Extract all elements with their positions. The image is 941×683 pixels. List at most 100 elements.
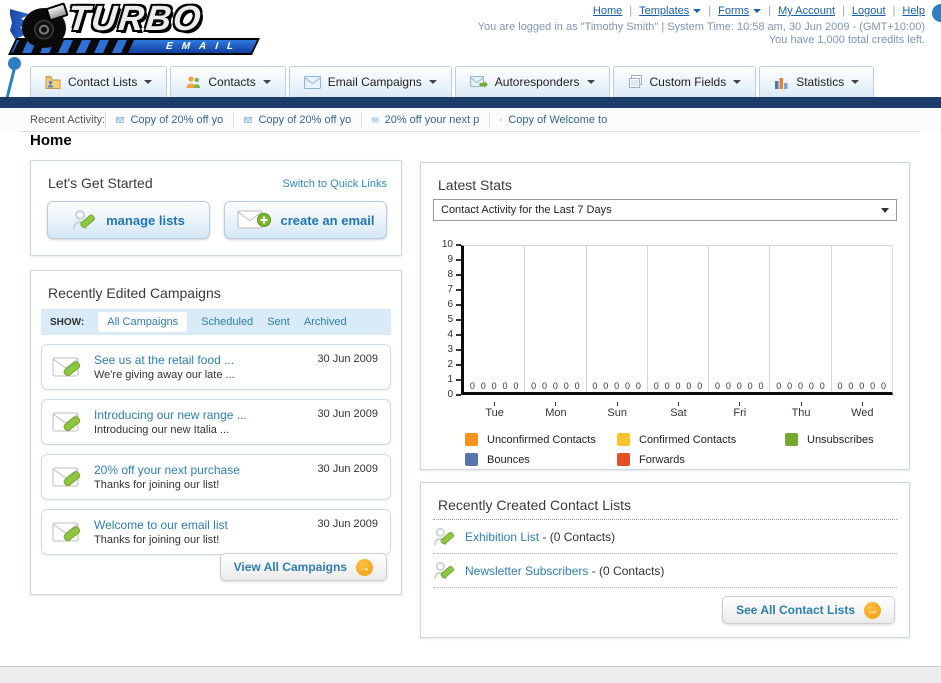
campaign-date: 30 Jun 2009: [317, 408, 378, 420]
contact-list-link[interactable]: Newsletter Subscribers: [465, 564, 588, 578]
latest-stats-panel: Latest Stats Contact Activity for the La…: [420, 162, 910, 470]
chart-value-label: 0: [848, 381, 854, 391]
contact-lists-title: Recently Created Contact Lists: [438, 497, 631, 513]
help-bubble-icon[interactable]: [932, 4, 941, 22]
contact-list-row: Exhibition List - (0 Contacts): [433, 520, 897, 554]
get-started-title: Let's Get Started: [48, 175, 153, 191]
chart-value-label: 0: [736, 381, 742, 391]
chart-y-tick-label: 0: [447, 390, 461, 400]
legend-label: Forwards: [639, 453, 685, 466]
tab-contact-lists[interactable]: Contact Lists: [30, 66, 168, 97]
contact-list-text: Exhibition List - (0 Contacts): [465, 530, 615, 544]
filter-all-campaigns[interactable]: All Campaigns: [98, 312, 188, 332]
show-label: SHOW:: [50, 316, 85, 328]
contact-lists-list: Exhibition List - (0 Contacts) Newslette…: [433, 520, 897, 588]
legend-swatch: [617, 433, 630, 446]
tab-contacts[interactable]: Contacts: [170, 66, 286, 97]
stats-period-value: Contact Activity for the Last 7 Days: [441, 204, 612, 216]
chart-value-label: 0: [574, 381, 580, 391]
manage-lists-label: manage lists: [106, 212, 185, 228]
legend-item: Forwards: [617, 453, 785, 466]
view-all-campaigns-button[interactable]: View All Campaigns →: [219, 553, 387, 581]
separator: |: [892, 5, 896, 17]
campaign-title-link[interactable]: Introducing our new range ...: [94, 408, 247, 422]
chart-y-axis: 10 9 8 7 6 5 4 3 2 1 0: [435, 240, 461, 400]
chart-value-label: 0: [502, 381, 508, 391]
chevron-down-icon: [693, 9, 702, 13]
tab-autoresponders[interactable]: Autoresponders: [454, 66, 610, 97]
campaigns-filter-bar: SHOW: All Campaigns Scheduled Sent Archi…: [41, 309, 391, 335]
campaign-subtitle: Thanks for joining our list!: [94, 534, 220, 546]
campaign-row: Welcome to our email list Thanks for joi…: [41, 509, 391, 555]
link-forms[interactable]: Forms: [718, 5, 762, 17]
chevron-down-icon: [144, 80, 153, 84]
link-help[interactable]: Help: [902, 5, 925, 17]
chart-value-label: 0: [552, 381, 558, 391]
recent-activity-item[interactable]: Copy of Welcome to: [489, 112, 617, 128]
link-logout[interactable]: Logout: [852, 5, 886, 17]
contact-list-link[interactable]: Exhibition List: [465, 530, 539, 544]
filter-sent[interactable]: Sent: [267, 316, 290, 328]
switch-to-quick-links-link[interactable]: Switch to Quick Links: [282, 178, 387, 190]
chart-y-tick-label: 10: [442, 240, 461, 250]
chart-value-label: 0: [787, 381, 793, 391]
chart-x-tick-label: Sat: [648, 402, 709, 419]
tab-custom-fields[interactable]: Custom Fields: [612, 66, 757, 97]
contact-list-text: Newsletter Subscribers - (0 Contacts): [465, 564, 664, 578]
pages-icon: [628, 75, 642, 88]
chart-value-label: 0: [725, 381, 731, 391]
chart-day-group: 00000: [832, 246, 892, 392]
see-all-contact-lists-button[interactable]: See All Contact Lists →: [722, 596, 895, 624]
chart-value-label: 0: [513, 381, 519, 391]
chart-x-tick-label: Thu: [770, 402, 831, 419]
campaign-subtitle: We're giving away our late ...: [94, 369, 235, 381]
manage-lists-button[interactable]: manage lists: [47, 201, 210, 239]
logo-subtitle: EMAIL: [164, 41, 244, 52]
person-pencil-icon: [434, 527, 454, 545]
activity-item-label: Copy of 20% off yo: [258, 114, 352, 126]
link-home[interactable]: Home: [593, 5, 622, 17]
chart-x-tick-label: Tue: [464, 402, 525, 419]
person-pencil-icon: [73, 210, 96, 230]
footer-strip: [0, 666, 941, 683]
legend-item: Bounces: [465, 453, 617, 466]
chart-x-axis: Tue Mon Sun Sat Fri Thu Wed: [464, 402, 893, 419]
chart-value-label: 0: [798, 381, 804, 391]
campaign-title-link[interactable]: See us at the retail food ...: [94, 353, 235, 367]
chart-y-tick-label: 5: [447, 315, 461, 325]
filter-scheduled[interactable]: Scheduled: [201, 316, 253, 328]
campaign-title-link[interactable]: Welcome to our email list: [94, 518, 228, 532]
chart-legend: Unconfirmed Contacts Confirmed Contacts Un…: [465, 433, 893, 466]
chart-value-label: 0: [837, 381, 843, 391]
chart-y-tick-label: 1: [447, 375, 461, 385]
chart-value-label: 0: [870, 381, 876, 391]
recent-activity-item[interactable]: Copy of 20% off yo: [233, 112, 361, 128]
campaign-text: See us at the retail food ... We're givi…: [94, 353, 235, 381]
chart-day-group: 00000: [525, 246, 587, 392]
app-logo: EMAIL TURBO: [8, 0, 273, 61]
chart-day-group: 00000: [648, 246, 710, 392]
stats-period-select[interactable]: Contact Activity for the Last 7 Days: [433, 199, 897, 221]
get-started-panel: Let's Get Started Switch to Quick Links …: [30, 160, 402, 256]
separator: |: [768, 5, 772, 17]
link-my-account[interactable]: My Account: [778, 5, 835, 17]
tab-statistics[interactable]: Statistics: [759, 66, 875, 97]
chevron-down-icon: [851, 80, 860, 84]
campaign-date: 30 Jun 2009: [317, 353, 378, 365]
recent-activity-item[interactable]: Copy of 20% off yo: [105, 112, 233, 128]
link-home-label: Home: [592, 5, 623, 17]
create-email-button[interactable]: create an email: [224, 201, 387, 239]
campaign-text: 20% off your next purchase Thanks for jo…: [94, 463, 240, 491]
tab-email-campaigns[interactable]: Email Campaigns: [288, 66, 452, 97]
legend-swatch: [465, 433, 478, 446]
link-templates[interactable]: Templates: [639, 5, 702, 17]
chevron-down-icon: [881, 208, 889, 213]
campaign-title-link[interactable]: 20% off your next purchase: [94, 463, 240, 477]
envelope-pencil-icon: [52, 522, 81, 542]
recent-activity-item[interactable]: 20% off your next p: [361, 112, 489, 128]
person-pencil-icon: [434, 561, 454, 579]
chart-value-label: 0: [675, 381, 681, 391]
filter-archived[interactable]: Archived: [304, 316, 347, 328]
link-logout-label: Logout: [851, 5, 886, 17]
legend-swatch: [785, 433, 798, 446]
